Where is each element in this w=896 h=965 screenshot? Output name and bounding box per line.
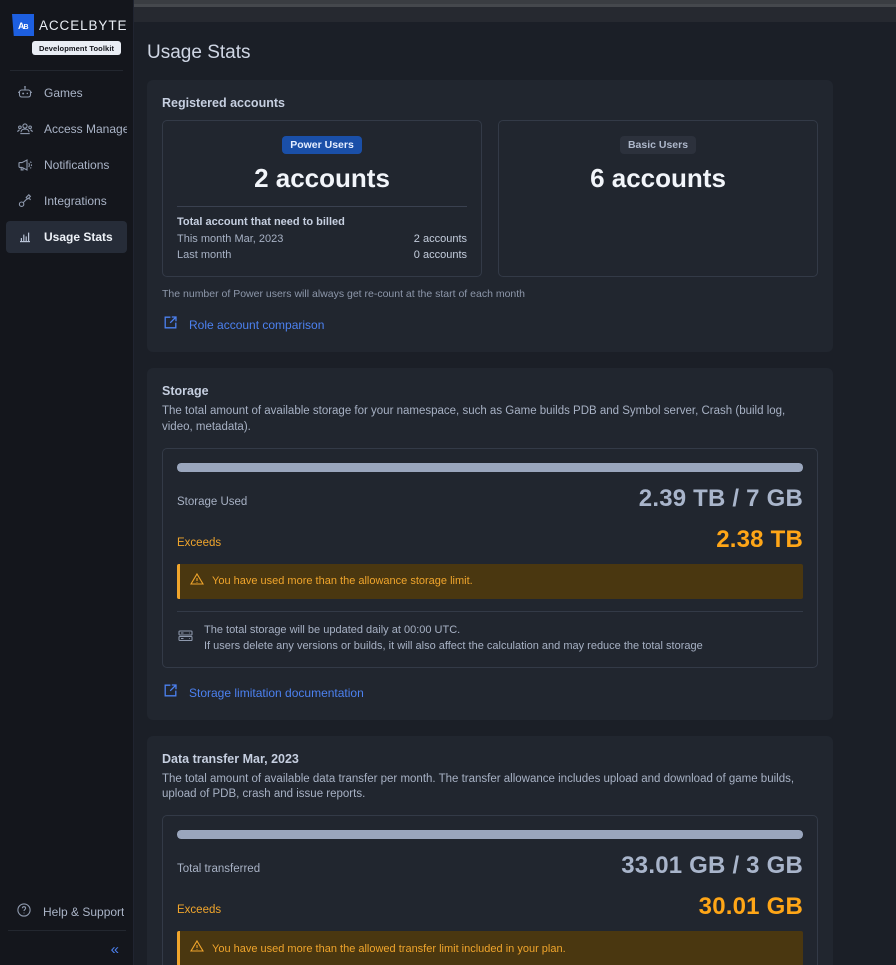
users-icon xyxy=(16,120,33,137)
svg-text:B: B xyxy=(23,24,28,31)
storage-documentation-link[interactable]: Storage limitation documentation xyxy=(162,682,818,704)
storage-used-label: Storage Used xyxy=(177,495,248,508)
logo-subtitle-badge: Development Toolkit xyxy=(32,41,122,55)
storage-used-value: 2.39 TB / 7 GB xyxy=(638,484,803,512)
storage-progress-bar xyxy=(177,462,803,472)
sidebar-item-label: Access Manage… xyxy=(44,121,127,136)
help-support-label: Help & Support xyxy=(43,904,125,919)
warning-triangle-icon xyxy=(190,572,204,591)
basic-users-count: 6 accounts xyxy=(590,163,726,193)
sidebar-item-games[interactable]: Games xyxy=(6,77,127,109)
divider xyxy=(177,206,467,207)
storage-card: Storage The total amount of available st… xyxy=(147,367,833,720)
power-users-count: 2 accounts xyxy=(254,163,390,193)
logo-wordmark: ACCELBYTE xyxy=(39,17,128,33)
transfer-description: The total amount of available data trans… xyxy=(162,772,795,801)
billed-row: This month Mar, 2023 2 accounts xyxy=(177,232,467,248)
storage-description: The total amount of available storage fo… xyxy=(162,404,786,433)
billed-row: Last month 0 accounts xyxy=(177,248,467,264)
transfer-exceeds-row: Exceeds 30.01 GB xyxy=(177,893,803,921)
basic-users-box: Basic Users 6 accounts xyxy=(498,120,818,277)
main-content: Usage Stats Registered accounts Power Us… xyxy=(134,22,896,965)
power-users-box: Power Users 2 accounts Total account tha… xyxy=(162,120,482,277)
question-circle-icon xyxy=(16,902,32,921)
billed-row-label: Last month xyxy=(177,248,232,261)
card-title: Data transfer Mar, 2023 xyxy=(162,751,299,766)
accelbyte-logo-icon: A B xyxy=(12,14,34,36)
storage-usage-panel: Storage Used 2.39 TB / 7 GB Exceeds 2.38… xyxy=(162,447,818,668)
storage-note-line-1: The total storage will be updated daily … xyxy=(204,623,461,636)
status-badge-power-users: Power Users xyxy=(282,136,362,154)
accounts-note: The number of Power users will always ge… xyxy=(162,287,526,300)
divider xyxy=(177,610,803,612)
plug-icon xyxy=(16,192,33,209)
billed-row-label: This month Mar, 2023 xyxy=(177,233,284,245)
storage-note-line-2: If users delete any versions or builds, … xyxy=(204,640,703,653)
sidebar-item-label: Integrations xyxy=(44,193,107,208)
data-transfer-card: Data transfer Mar, 2023 The total amount… xyxy=(147,735,833,965)
transfer-progress-fill xyxy=(177,830,803,840)
transfer-alert-text: You have used more than the allowed tran… xyxy=(212,942,566,955)
sidebar-item-label: Notifications xyxy=(44,157,110,172)
page-title: Usage Stats xyxy=(147,42,251,63)
transfer-progress-bar xyxy=(177,830,803,840)
storage-exceeds-value: 2.38 TB xyxy=(716,525,803,553)
storage-alert-text: You have used more than the allowance st… xyxy=(212,575,473,588)
sidebar-item-integrations[interactable]: Integrations xyxy=(6,185,127,217)
sidebar-item-label: Usage Stats xyxy=(44,229,113,244)
sidebar-divider-top xyxy=(10,69,123,71)
transfer-alert-banner: You have used more than the allowed tran… xyxy=(177,931,803,965)
storage-alert-banner: You have used more than the allowance st… xyxy=(177,563,803,599)
megaphone-icon xyxy=(16,156,33,173)
billed-title: Total account that need to billed xyxy=(177,216,345,228)
collapse-sidebar-button[interactable]: « xyxy=(111,942,119,957)
window-chrome-strip xyxy=(0,0,896,22)
billed-row-value: 2 accounts xyxy=(413,233,467,245)
sidebar-item-usage-stats[interactable]: Usage Stats xyxy=(6,220,127,253)
link-label: Role account comparison xyxy=(189,317,325,332)
external-link-icon xyxy=(162,682,179,704)
accounts-row: Power Users 2 accounts Total account tha… xyxy=(162,120,818,277)
registered-accounts-card: Registered accounts Power Users 2 accoun… xyxy=(147,80,833,352)
transfer-used-label: Total transferred xyxy=(177,863,261,876)
bar-chart-icon xyxy=(16,228,33,245)
transfer-usage-panel: Total transferred 33.01 GB / 3 GB Exceed… xyxy=(162,815,818,965)
storage-exceeds-label: Exceeds xyxy=(177,536,222,549)
sidebar-divider-bottom xyxy=(8,930,126,931)
storage-progress-fill xyxy=(177,462,803,472)
storage-note-text: The total storage will be updated daily … xyxy=(204,622,703,655)
transfer-used-value: 33.01 GB / 3 GB xyxy=(621,852,803,880)
app-logo[interactable]: A B ACCELBYTE Development Toolkit xyxy=(0,0,133,56)
role-account-comparison-link[interactable]: Role account comparison xyxy=(162,314,818,336)
sidebar: A B ACCELBYTE Development Toolkit Games … xyxy=(0,0,134,965)
storage-note-row: The total storage will be updated daily … xyxy=(177,622,803,655)
transfer-used-row: Total transferred 33.01 GB / 3 GB xyxy=(177,852,803,880)
transfer-exceeds-label: Exceeds xyxy=(177,904,222,917)
robot-icon xyxy=(16,84,33,101)
chrome-strip-bottom xyxy=(0,7,896,22)
external-link-icon xyxy=(162,314,179,336)
storage-exceeds-row: Exceeds 2.38 TB xyxy=(177,526,803,554)
card-title: Registered accounts xyxy=(162,96,285,110)
sidebar-item-access-management[interactable]: Access Manage… xyxy=(6,113,127,145)
transfer-exceeds-value: 30.01 GB xyxy=(698,893,803,921)
billed-row-value: 0 accounts xyxy=(413,248,467,261)
status-badge-basic-users: Basic Users xyxy=(619,136,697,154)
sidebar-item-notifications[interactable]: Notifications xyxy=(6,149,127,181)
sidebar-item-label: Games xyxy=(44,85,83,100)
server-icon xyxy=(177,627,194,649)
warning-triangle-icon xyxy=(190,939,204,958)
storage-used-row: Storage Used 2.39 TB / 7 GB xyxy=(177,485,803,513)
card-title: Storage xyxy=(162,383,209,398)
sidebar-item-help-support[interactable]: Help & Support xyxy=(0,902,134,921)
link-label: Storage limitation documentation xyxy=(189,685,364,700)
